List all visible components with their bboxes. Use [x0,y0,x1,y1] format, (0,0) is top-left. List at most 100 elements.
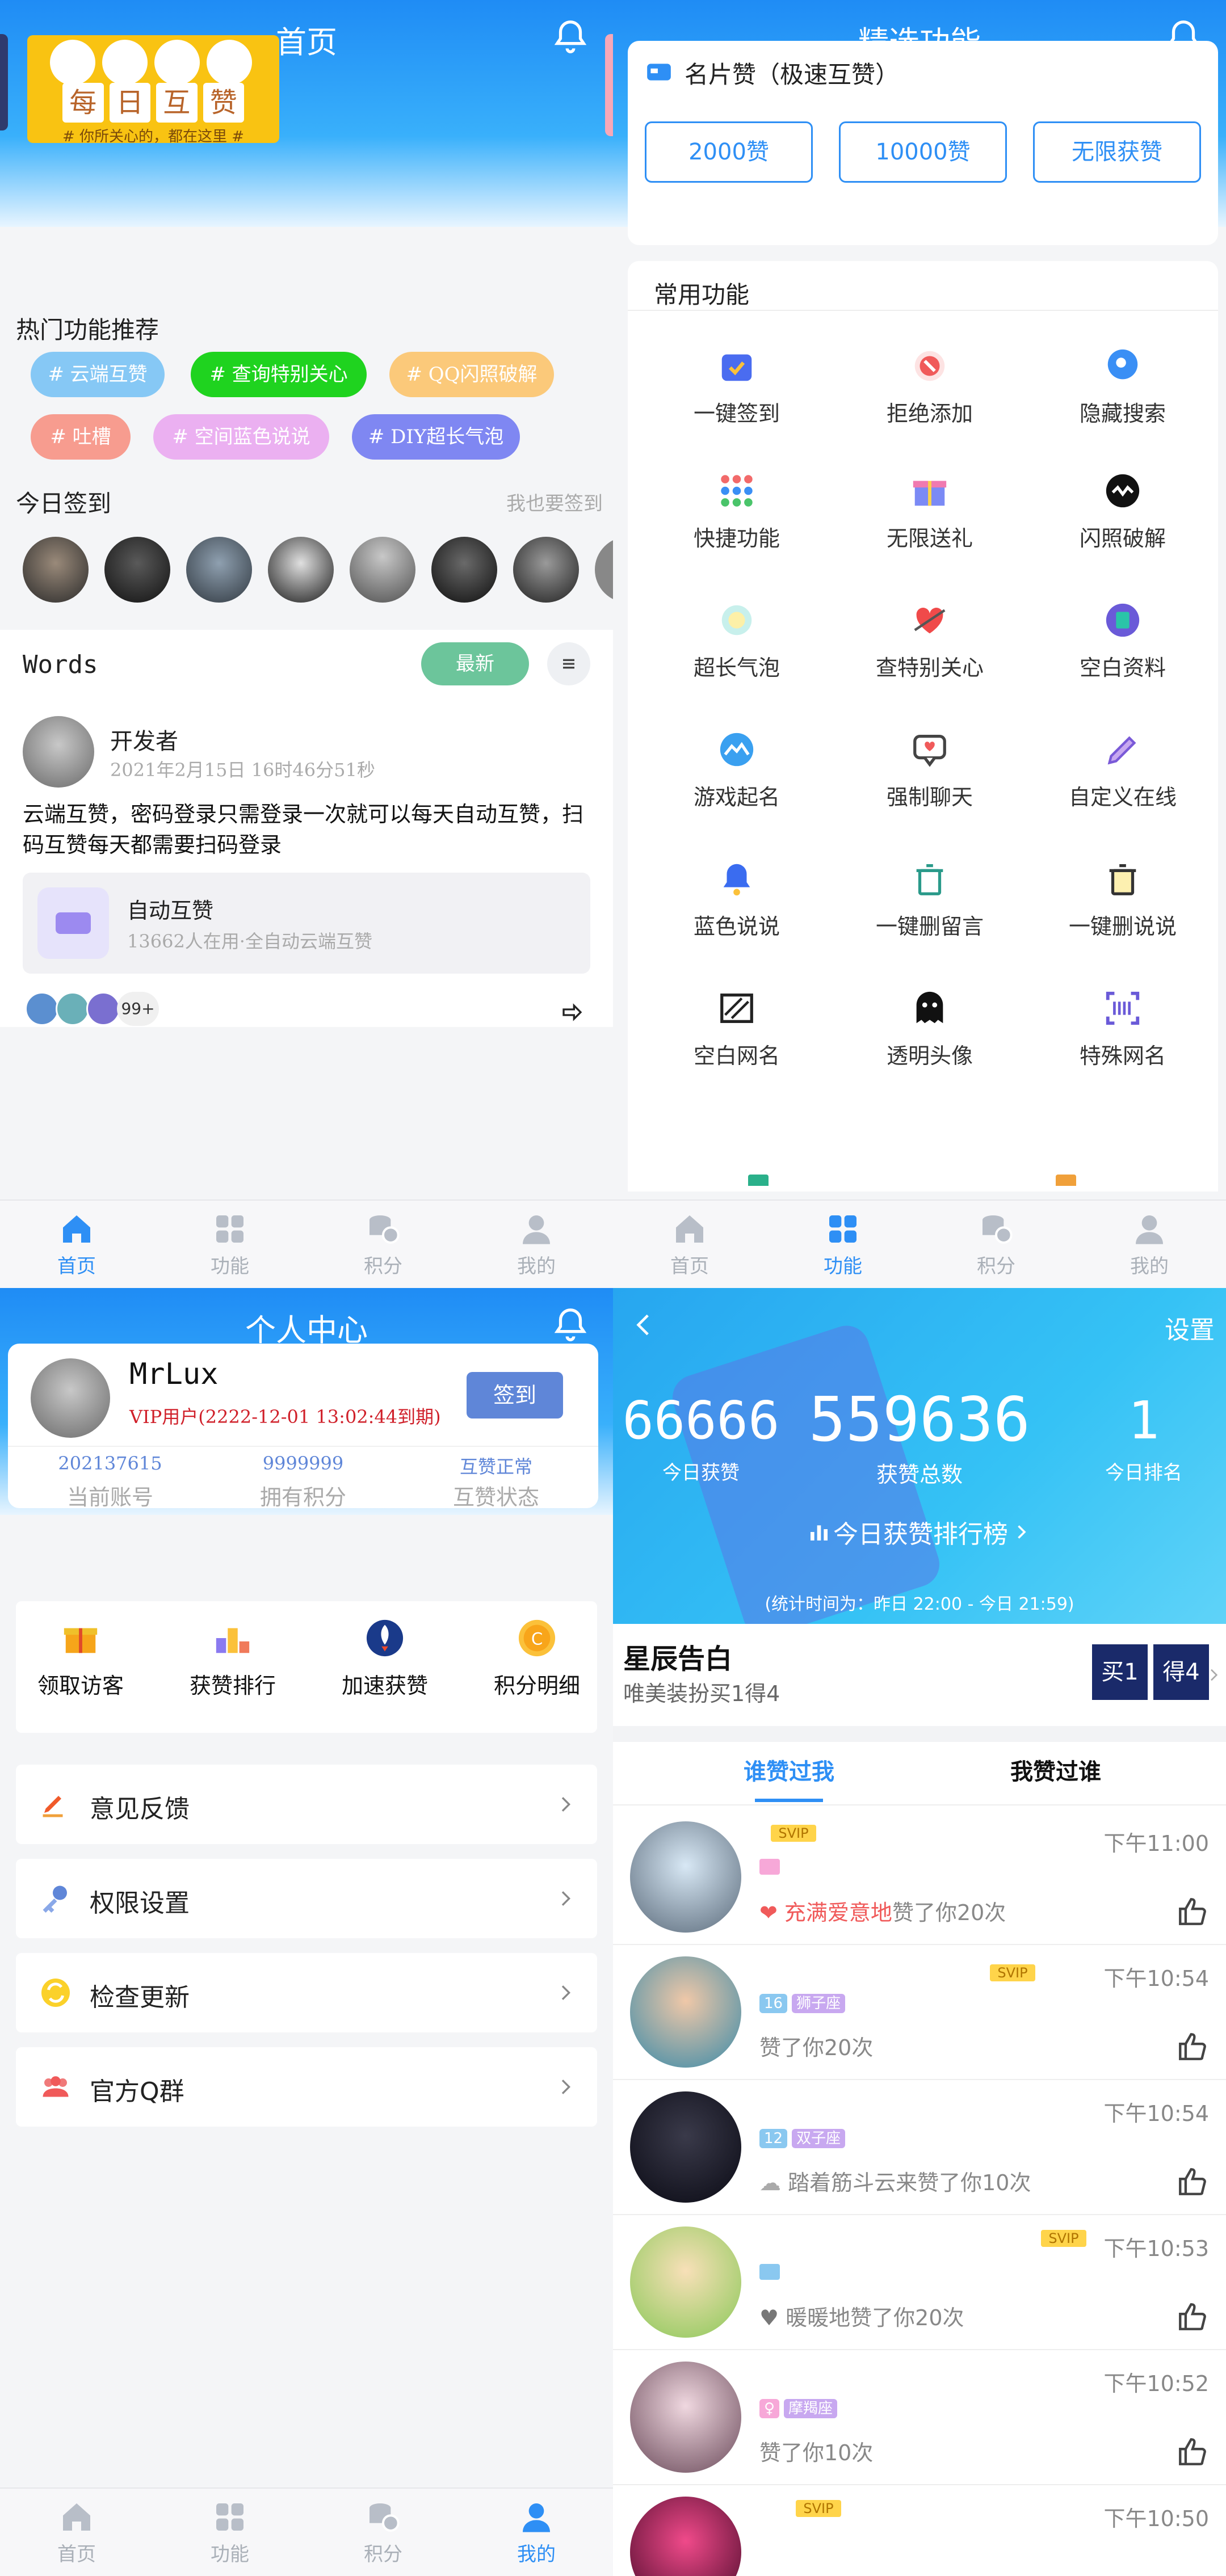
list-item[interactable]: SVIP 下午10:50 [613,2485,1226,2576]
liker-avatar[interactable] [630,2091,741,2203]
grid-icon [216,2503,243,2531]
avatar[interactable] [513,537,579,603]
fn-special-care[interactable]: 查特别关心 [833,583,1026,697]
fn-long-bubble[interactable]: 超长气泡 [640,583,833,697]
author-avatar[interactable] [23,716,94,788]
tab-i-liked[interactable]: 我赞过谁 [988,1753,1124,1786]
ranking-link[interactable]: 今日获赞排行榜 [613,1514,1226,1554]
gift-icon [913,481,947,506]
fn-force-chat[interactable]: 强制聊天 [833,713,1026,826]
liker-avatar[interactable] [630,1956,741,2068]
tab-features[interactable]: 功能 [153,1201,306,1288]
fn-transparent-avatar[interactable]: 透明头像 [833,971,1026,1085]
list-item[interactable]: SVIP 16 狮子座 下午10:54 赞了你20次 [613,1945,1226,2080]
avatar[interactable] [595,537,613,603]
fn-blank-nickname[interactable]: 空白网名 [640,971,833,1085]
liker-avatar[interactable] [630,2226,741,2338]
fn-gift[interactable]: 无限送礼 [833,454,1026,567]
liker-avatar[interactable] [630,1821,741,1933]
user-avatar[interactable] [31,1358,110,1438]
promo-banner[interactable]: 星辰告白 唯美装扮买1得4 买1 得4 [613,1624,1226,1726]
fn-delete-posts[interactable]: 一键删说说 [1026,842,1219,956]
menu-check-update[interactable]: 检查更新 [16,1953,597,2032]
settings-link[interactable]: 设置 [1165,1310,1215,1346]
liker-avatar[interactable] [630,2497,741,2576]
menu-icon[interactable] [547,642,590,685]
tag-cloud-like[interactable]: # 云端互赞 [31,352,165,397]
bell-icon[interactable] [551,17,590,57]
list-item[interactable]: SVIP 下午11:00 ❤ 充满爱意地赞了你20次 [613,1810,1226,1945]
tag-diy-bubble[interactable]: # DIY超长气泡 [352,414,520,460]
tag-special-care[interactable]: # 查询特别关心 [191,352,367,397]
fn-delete-messages[interactable]: 一键删留言 [833,842,1026,956]
avatar[interactable] [23,537,89,603]
liker-avatar[interactable] [630,2362,741,2473]
thumb-up-icon[interactable] [1176,2165,1209,2198]
tab-points[interactable]: 积分 [306,1201,460,1288]
back-icon[interactable] [630,1311,658,1339]
sign-button[interactable]: 签到 [467,1372,563,1419]
menu-permissions[interactable]: 权限设置 [16,1859,597,1938]
tag-blue-post[interactable]: # 空间蓝色说说 [153,414,329,460]
tab-home[interactable]: 首页 [613,1201,766,1288]
action-boost[interactable]: 加速获赞 [312,1601,457,1715]
tab-points[interactable]: 积分 [306,2489,460,2576]
banner[interactable]: 每 日 互 赞 # 你所关心的，都在这里 # [27,35,279,143]
avatar[interactable] [104,537,170,603]
fn-hide-search[interactable]: 隐藏搜索 [1026,329,1219,443]
list-item[interactable]: 12 双子座 下午10:54 ☁ 踏着筋斗云来赞了你10次 [613,2080,1226,2215]
thumb-up-icon[interactable] [1176,2435,1209,2468]
bubble-icon [721,605,752,635]
tag-complain[interactable]: # 吐槽 [31,414,131,460]
tab-home[interactable]: 首页 [0,1201,153,1288]
fn-blank-profile[interactable]: 空白资料 [1026,583,1219,697]
list-item[interactable]: ♀ 摩羯座 下午10:52 赞了你10次 [613,2350,1226,2485]
thumb-up-icon[interactable] [1176,2030,1209,2063]
thumb-up-icon[interactable] [1176,2300,1209,2333]
tab-mine[interactable]: 我的 [1073,1201,1226,1288]
rank-label: 今日排名 [1105,1462,1182,1484]
avatar[interactable] [186,537,252,603]
banner-next-peek[interactable] [605,34,613,136]
list-item[interactable]: SVIP 下午10:53 ♥ 暖暖地赞了你20次 [613,2215,1226,2350]
tag-flash-photo[interactable]: # QQ闪照破解 [389,352,554,397]
action-points-detail[interactable]: C 积分明细 [464,1601,610,1715]
thumb-up-icon[interactable] [1176,1895,1209,1928]
today-likes-label: 今日获赞 [662,1462,740,1484]
unlimited-like-button[interactable]: 无限获赞 [1033,121,1201,183]
fn-flash-photo[interactable]: 闪照破解 [1026,454,1219,567]
bell-icon[interactable] [551,1305,590,1345]
share-icon[interactable] [561,1001,583,1024]
features-screen: 精选功能 名片赞（极速互赞） 2000赞 10000赞 无限获赞 常用功能 一键… [613,0,1226,1288]
avatar[interactable] [431,537,497,603]
avatar[interactable] [268,537,334,603]
tab-bar: 首页 功能 积分 我的 [613,1199,1226,1288]
tab-liked-me[interactable]: 谁赞过我 [721,1753,857,1786]
fn-custom-online[interactable]: 自定义在线 [1026,713,1219,826]
tab-home[interactable]: 首页 [0,2489,153,2576]
menu-feedback[interactable]: 意见反馈 [16,1765,597,1844]
fn-reject-add[interactable]: 拒绝添加 [833,329,1026,443]
fn-blue-post[interactable]: 蓝色说说 [640,842,833,956]
fn-checkin[interactable]: 一键签到 [640,329,833,443]
tab-features[interactable]: 功能 [153,2489,306,2576]
fn-shortcut[interactable]: 快捷功能 [640,454,833,567]
action-visitors[interactable]: 领取访客 [8,1601,153,1715]
action-ranking[interactable]: 获赞排行 [160,1601,305,1715]
fn-game-name[interactable]: 游戏起名 [640,713,833,826]
avatar[interactable] [350,537,415,603]
like-10000-button[interactable]: 10000赞 [839,121,1007,183]
like-2000-button[interactable]: 2000赞 [645,121,813,183]
menu-official-group[interactable]: 官方Q群 [16,2047,597,2127]
latest-button[interactable]: 最新 [421,642,529,685]
tab-mine[interactable]: 我的 [460,2489,613,2576]
checkin-link[interactable]: 我也要签到 [506,488,603,516]
tab-mine[interactable]: 我的 [460,1201,613,1288]
banner-prev-peek[interactable] [0,34,8,131]
rocket-icon [366,1619,404,1657]
bell-blue-icon [723,864,750,896]
tab-features[interactable]: 功能 [766,1201,919,1288]
tab-points[interactable]: 积分 [919,1201,1073,1288]
fn-special-nickname[interactable]: 特殊网名 [1026,971,1219,1085]
app-card[interactable]: 自动互赞 13662人在用·全自动云端互赞 [23,873,590,974]
